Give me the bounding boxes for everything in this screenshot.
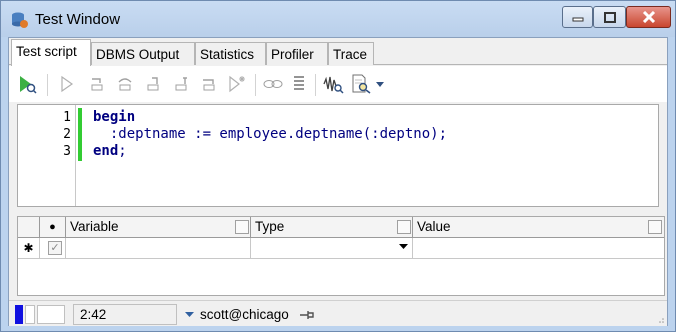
align-icon (294, 76, 304, 90)
tab-strip: Test script DBMS Output Statistics Profi… (9, 38, 667, 66)
run-to-cursor-icon (203, 79, 215, 91)
step-into-icon (91, 78, 103, 91)
link-icon (263, 80, 283, 88)
column-label: Variable (70, 219, 119, 234)
line-number-gutter: 1 2 3 (18, 105, 76, 206)
value-cell[interactable] (413, 238, 664, 259)
column-button[interactable] (235, 220, 249, 234)
column-button[interactable] (648, 220, 662, 234)
run-to-next-exception-icon (175, 77, 187, 91)
run-icon (61, 75, 74, 93)
cursor-position: 2:42 (73, 304, 177, 325)
test-window: Test Window Test script DBMS Output Stat… (0, 0, 676, 332)
resize-grip-icon[interactable] (657, 316, 665, 324)
maximize-button[interactable] (593, 6, 626, 28)
start-debugger-button[interactable] (15, 72, 39, 96)
maximize-icon (603, 11, 616, 23)
variables-grid: ● Variable Type Value ✱ ✓ (17, 216, 665, 296)
close-button[interactable] (626, 6, 671, 28)
toolbar-separator (315, 74, 316, 96)
toolbar (9, 66, 667, 102)
pin-icon[interactable] (299, 310, 315, 320)
code-line: end; (93, 143, 127, 159)
toggle-breakpoint-icon (229, 75, 245, 93)
column-header-variable[interactable]: Variable (66, 217, 251, 238)
status-indicator (25, 305, 35, 324)
include-checkbox[interactable]: ✓ (48, 241, 62, 255)
keyword: end (93, 143, 119, 159)
step-over-button[interactable] (113, 72, 137, 96)
window-title: Test Window (35, 11, 121, 28)
search-options-dropdown[interactable] (373, 72, 387, 96)
column-header-value[interactable]: Value (413, 217, 664, 238)
close-icon (642, 11, 655, 23)
row-indicator-header (18, 217, 40, 238)
status-indicator (37, 305, 65, 324)
status-bar: 2:42 scott@chicago (9, 300, 667, 326)
tab-profiler[interactable]: Profiler (266, 42, 328, 65)
column-button[interactable] (397, 220, 411, 234)
toggle-breakpoint-button[interactable] (225, 72, 249, 96)
code-line: :deptname := employee.deptname(:deptno); (93, 126, 447, 142)
minimize-icon (572, 17, 583, 22)
tab-trace[interactable]: Trace (328, 42, 374, 65)
line-number: 2 (63, 127, 71, 142)
dropdown-arrow-icon (185, 312, 194, 317)
line-number: 3 (63, 144, 71, 159)
keyword: begin (93, 109, 136, 125)
code-text: :deptname := employee.deptname(:deptno); (93, 126, 448, 142)
link-button[interactable] (261, 72, 285, 96)
search-document-button[interactable] (349, 72, 373, 96)
client-area: Test script DBMS Output Statistics Profi… (8, 37, 668, 326)
code-line: begin (93, 109, 135, 125)
step-into-button[interactable] (85, 72, 109, 96)
modified-lines-marker (78, 108, 82, 161)
waveform-button[interactable] (321, 72, 345, 96)
tab-statistics[interactable]: Statistics (195, 42, 266, 65)
waveform-icon (323, 76, 344, 94)
type-cell[interactable] (251, 238, 413, 259)
status-indicator (15, 305, 23, 324)
minimize-button[interactable] (562, 6, 593, 28)
code-editor[interactable]: 1 2 3 begin :deptname := employee.deptna… (17, 104, 659, 207)
line-number: 1 (63, 110, 71, 125)
title-bar[interactable]: Test Window (1, 1, 675, 37)
column-header-type[interactable]: Type (251, 217, 413, 238)
code-text: ; (118, 143, 127, 159)
variable-cell[interactable] (66, 238, 251, 259)
align-button[interactable] (287, 72, 311, 96)
toolbar-separator (47, 74, 48, 96)
new-variable-row[interactable]: ✱ ✓ (18, 238, 664, 259)
run-button[interactable] (55, 72, 79, 96)
connection-label: scott@chicago (200, 307, 289, 322)
grid-header: ● Variable Type Value (18, 217, 664, 238)
run-to-next-exception-button[interactable] (169, 72, 193, 96)
io-column-header: ● (40, 217, 66, 238)
connection-selector[interactable]: scott@chicago (185, 304, 315, 325)
tab-dbms-output[interactable]: DBMS Output (91, 42, 195, 65)
dropdown-arrow-icon (376, 82, 384, 87)
step-out-icon (147, 77, 159, 91)
database-icon (12, 12, 28, 28)
search-document-icon (352, 74, 371, 94)
column-label: Type (255, 219, 285, 234)
run-to-cursor-button[interactable] (197, 72, 221, 96)
chevron-down-icon[interactable] (399, 244, 408, 250)
tab-test-script[interactable]: Test script (11, 39, 91, 66)
toolbar-separator (255, 74, 256, 96)
step-over-icon (118, 78, 132, 91)
new-row-marker-icon: ✱ (18, 238, 40, 259)
start-debugger-icon (20, 76, 37, 94)
step-out-button[interactable] (141, 72, 165, 96)
column-label: Value (417, 219, 451, 234)
